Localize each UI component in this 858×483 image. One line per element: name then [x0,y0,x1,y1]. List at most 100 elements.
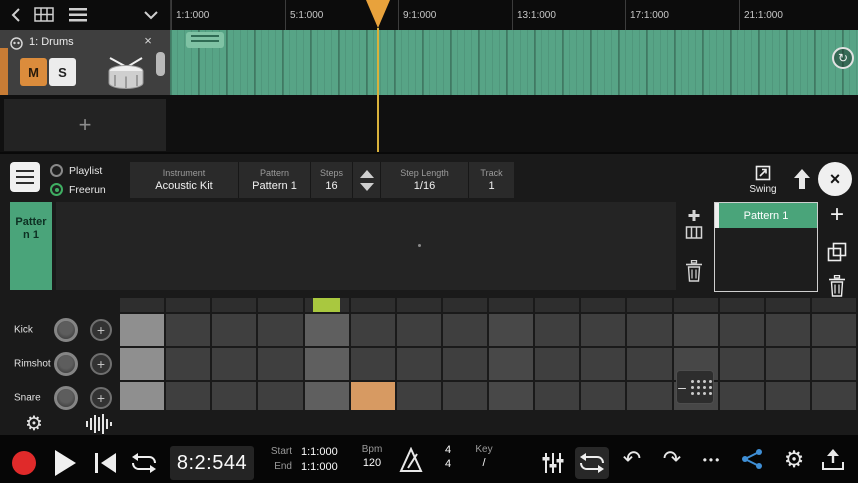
delete-pattern-button[interactable] [822,272,852,300]
step-cell[interactable] [443,348,487,380]
mixer-button[interactable] [541,451,565,475]
step-cell[interactable] [535,348,579,380]
redo-button[interactable]: ↷ [659,445,685,473]
step-cell[interactable] [812,348,856,380]
export-button[interactable] [820,448,846,471]
step-cell[interactable] [212,314,256,346]
record-button[interactable] [12,451,36,475]
indicator-cell[interactable] [720,298,764,312]
playhead-marker[interactable] [365,0,391,29]
waveform-button[interactable] [82,410,116,437]
indicator-cell[interactable] [674,298,718,312]
indicator-cell[interactable] [397,298,441,312]
step-cell[interactable] [581,382,625,410]
indicator-cell[interactable] [258,298,302,312]
instrument-field[interactable]: Instrument Acoustic Kit [130,162,238,198]
grid-drag-handle[interactable]: – [676,370,714,404]
step-cell[interactable] [258,382,302,410]
step-length-field[interactable]: Step Length 1/16 [380,162,468,198]
play-button[interactable] [55,450,76,476]
step-cell[interactable] [627,348,671,380]
steps-increment-button[interactable] [360,170,374,178]
bpm-field[interactable]: Bpm 120 [350,444,394,469]
step-cell[interactable] [489,348,533,380]
delete-bar-button[interactable] [680,252,708,290]
add-bar-button[interactable] [680,206,708,244]
step-cell[interactable] [166,382,210,410]
pattern-lane[interactable] [56,202,676,290]
loop-toggle-button[interactable] [575,447,609,479]
clip-region[interactable]: ↻ [170,30,858,95]
volume-knob[interactable] [54,318,78,342]
step-cell[interactable] [812,314,856,346]
step-cell[interactable] [581,314,625,346]
indicator-cell[interactable] [766,298,810,312]
step-cell[interactable] [166,348,210,380]
close-editor-button[interactable]: × [818,162,852,196]
back-button[interactable] [4,0,28,30]
pattern-block[interactable]: Pattern 1 [10,202,52,290]
pattern-field[interactable]: Pattern Pattern 1 [238,162,310,198]
clip-grip-icon[interactable] [186,32,224,48]
indicator-cell[interactable] [581,298,625,312]
step-cell[interactable] [535,314,579,346]
start-field[interactable]: Start 1:1:000 [256,444,338,459]
mode-option-playlist[interactable]: Playlist [50,161,130,180]
step-cell[interactable] [581,348,625,380]
track-field[interactable]: Track 1 [468,162,514,198]
indicator-cell[interactable] [535,298,579,312]
step-cell[interactable] [351,314,395,346]
collapse-button[interactable] [138,0,164,30]
step-cell[interactable] [627,314,671,346]
end-field[interactable]: End 1:1:000 [256,459,338,474]
volume-knob[interactable] [54,386,78,410]
step-cell[interactable] [766,348,810,380]
track-close-button[interactable]: × [138,33,158,51]
swing-button[interactable]: Swing [742,160,784,200]
step-cell[interactable] [397,314,441,346]
steps-decrement-button[interactable] [360,183,374,191]
step-cell[interactable] [674,314,718,346]
track-scroll-handle[interactable] [156,52,165,76]
step-cell[interactable] [812,382,856,410]
step-cell[interactable] [627,382,671,410]
step-cell[interactable] [443,314,487,346]
indicator-cell[interactable] [443,298,487,312]
add-track-button[interactable]: + [4,99,166,151]
key-field[interactable]: Key / [464,444,504,469]
step-cell[interactable] [258,348,302,380]
step-cell[interactable] [351,348,395,380]
more-button[interactable]: ••• [698,454,726,466]
indicator-cell[interactable] [489,298,533,312]
track-header[interactable]: 1: Drums × M S [0,30,170,95]
indicator-cell[interactable] [627,298,671,312]
step-cell[interactable] [166,314,210,346]
step-cell[interactable] [397,382,441,410]
step-cell[interactable] [120,348,164,380]
grid-view-button[interactable] [30,0,58,30]
step-cell[interactable] [720,382,764,410]
indicator-cell[interactable] [166,298,210,312]
indicator-cell[interactable] [212,298,256,312]
track-mute-button[interactable]: M [20,58,47,86]
step-cell[interactable] [305,314,349,346]
step-cell[interactable] [351,382,395,410]
step-cell[interactable] [305,382,349,410]
mode-option-freerun[interactable]: Freerun [50,180,130,199]
loop-button[interactable] [130,453,158,473]
undo-button[interactable]: ↶ [619,445,645,473]
step-cell[interactable] [443,382,487,410]
menu-button[interactable] [64,0,92,30]
shift-up-button[interactable] [788,164,816,194]
indicator-cell[interactable] [305,298,349,312]
step-cell[interactable] [212,382,256,410]
add-pattern-button[interactable]: + [822,200,852,230]
steps-field[interactable]: Steps 16 [310,162,352,198]
step-cell[interactable] [212,348,256,380]
indicator-cell[interactable] [120,298,164,312]
indicator-cell[interactable] [351,298,395,312]
step-cell[interactable] [720,314,764,346]
metronome-button[interactable] [398,447,424,473]
step-cell[interactable] [766,382,810,410]
time-display[interactable]: 8:2:544 [170,446,254,480]
